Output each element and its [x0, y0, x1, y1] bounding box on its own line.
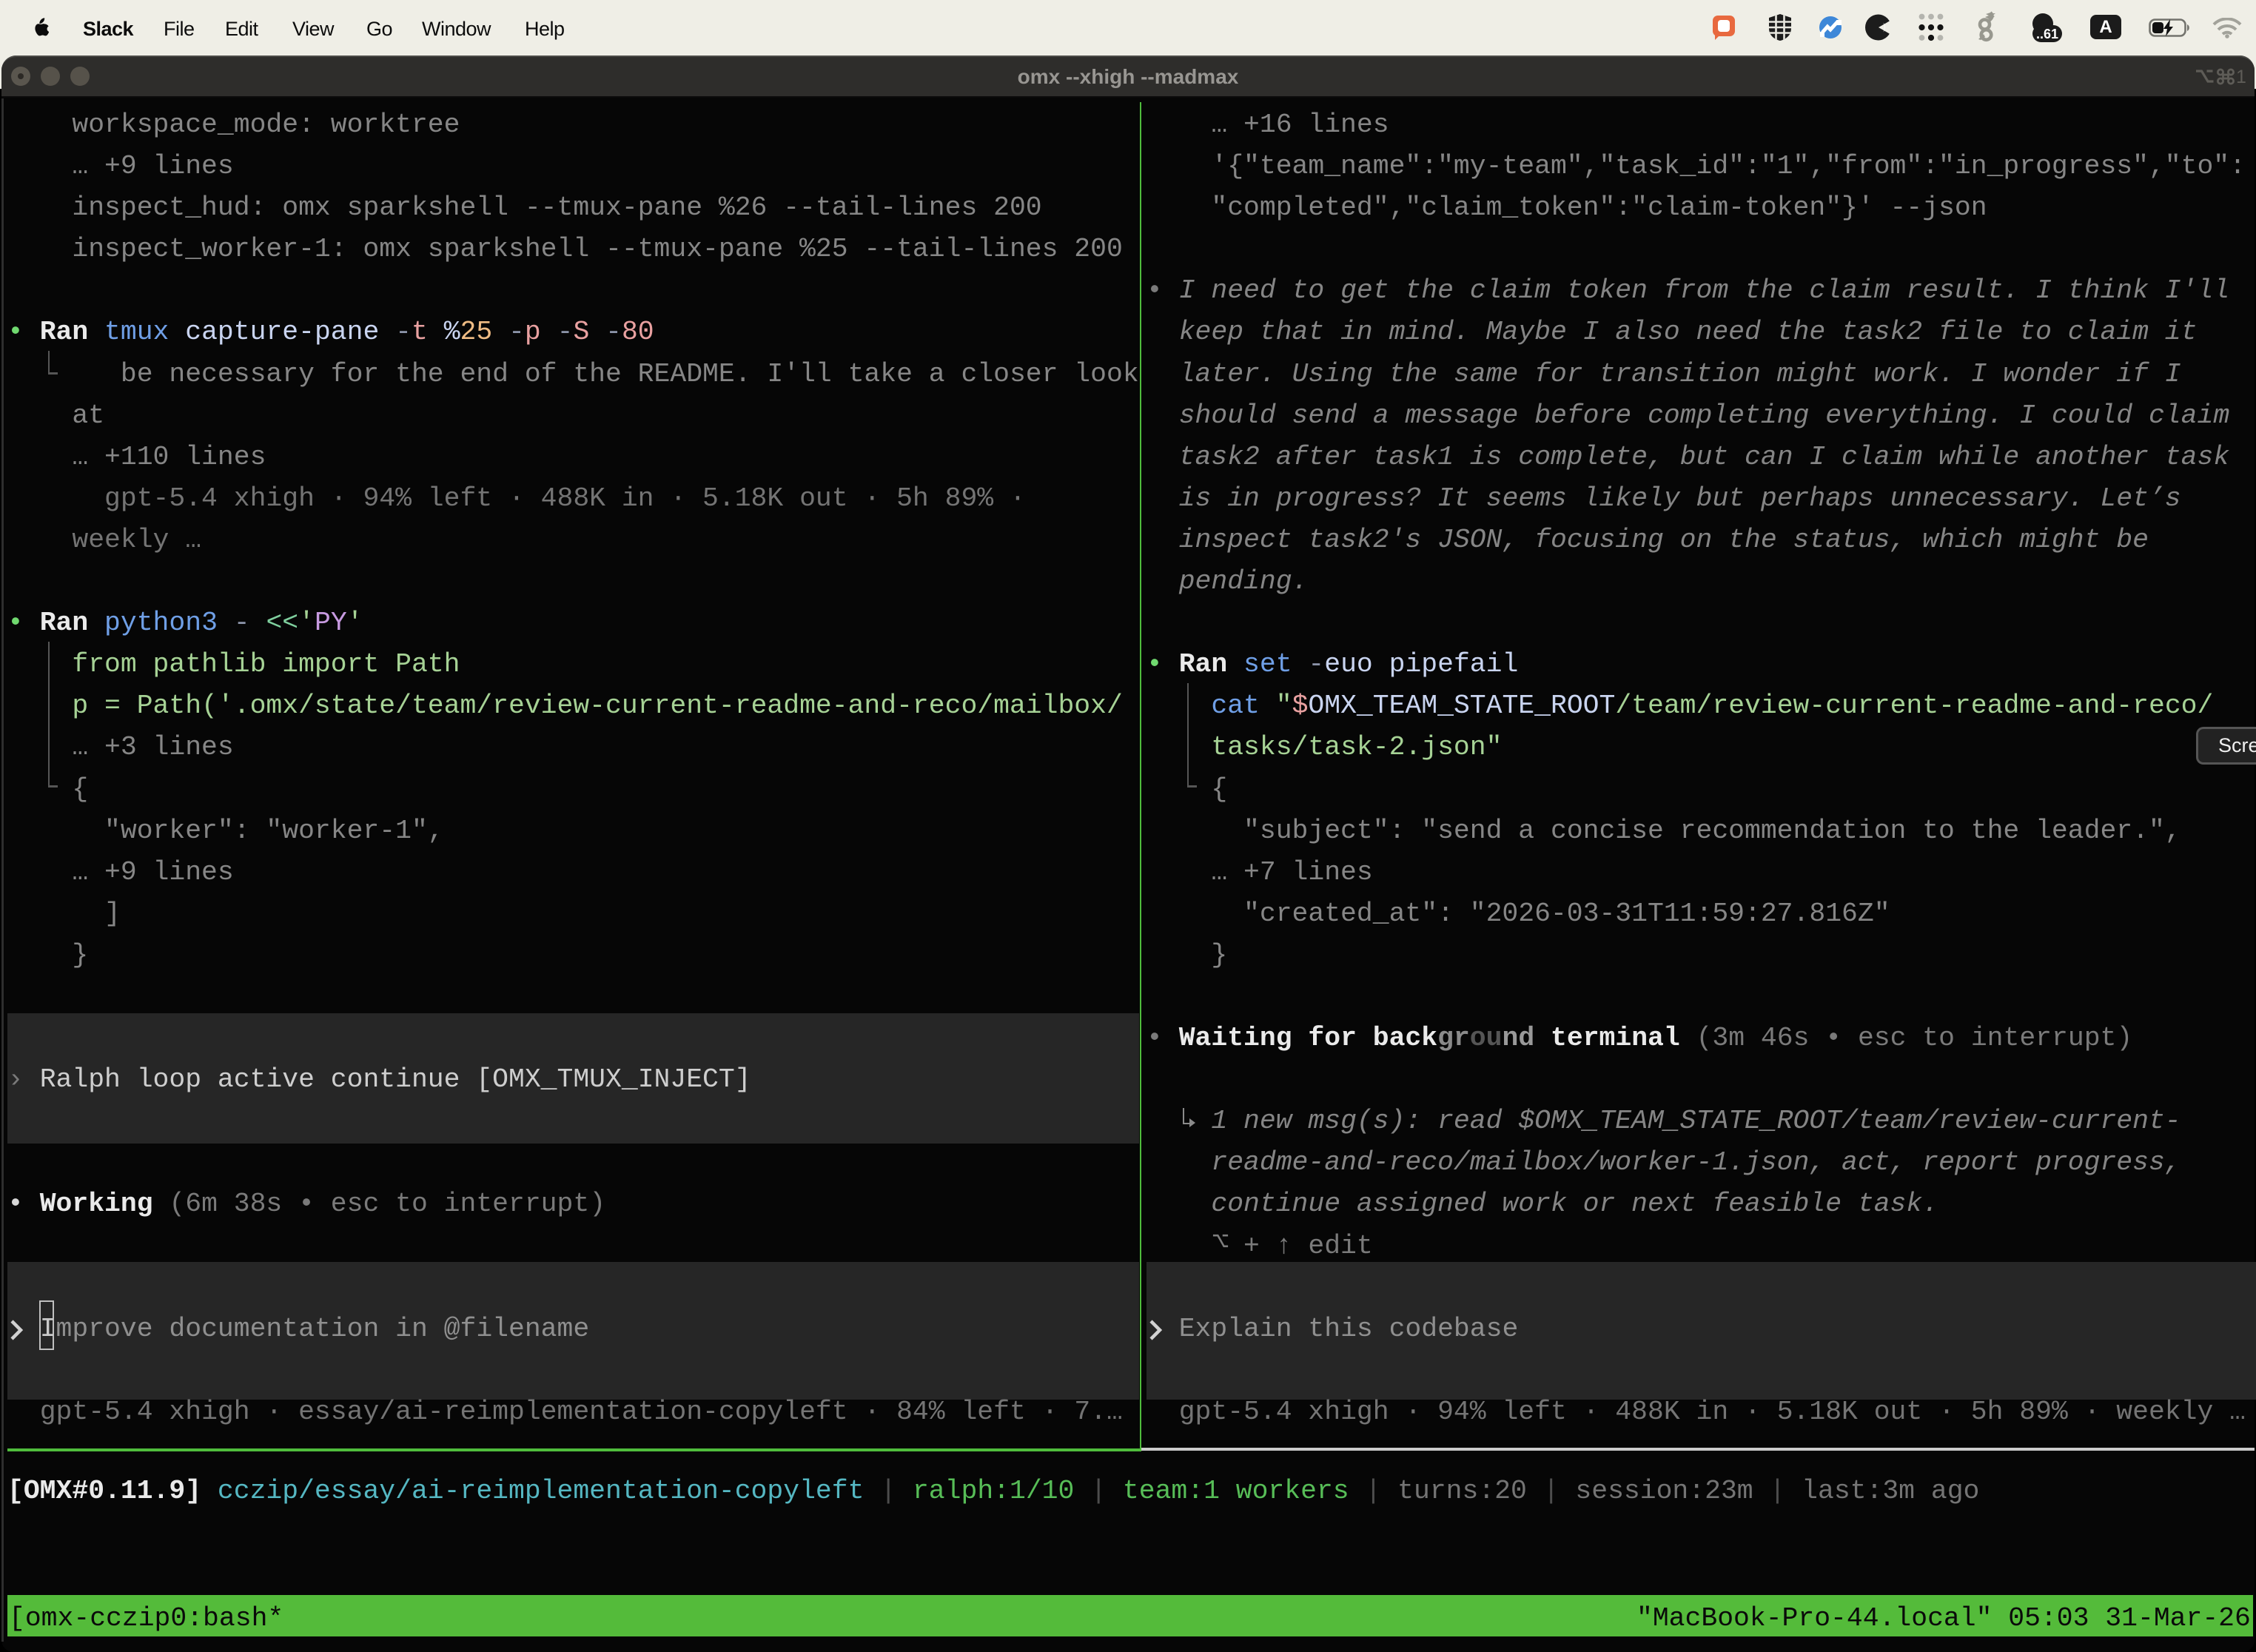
- svg-text:..61: ..61: [2036, 27, 2058, 41]
- svg-text:1: 1: [2236, 67, 2246, 86]
